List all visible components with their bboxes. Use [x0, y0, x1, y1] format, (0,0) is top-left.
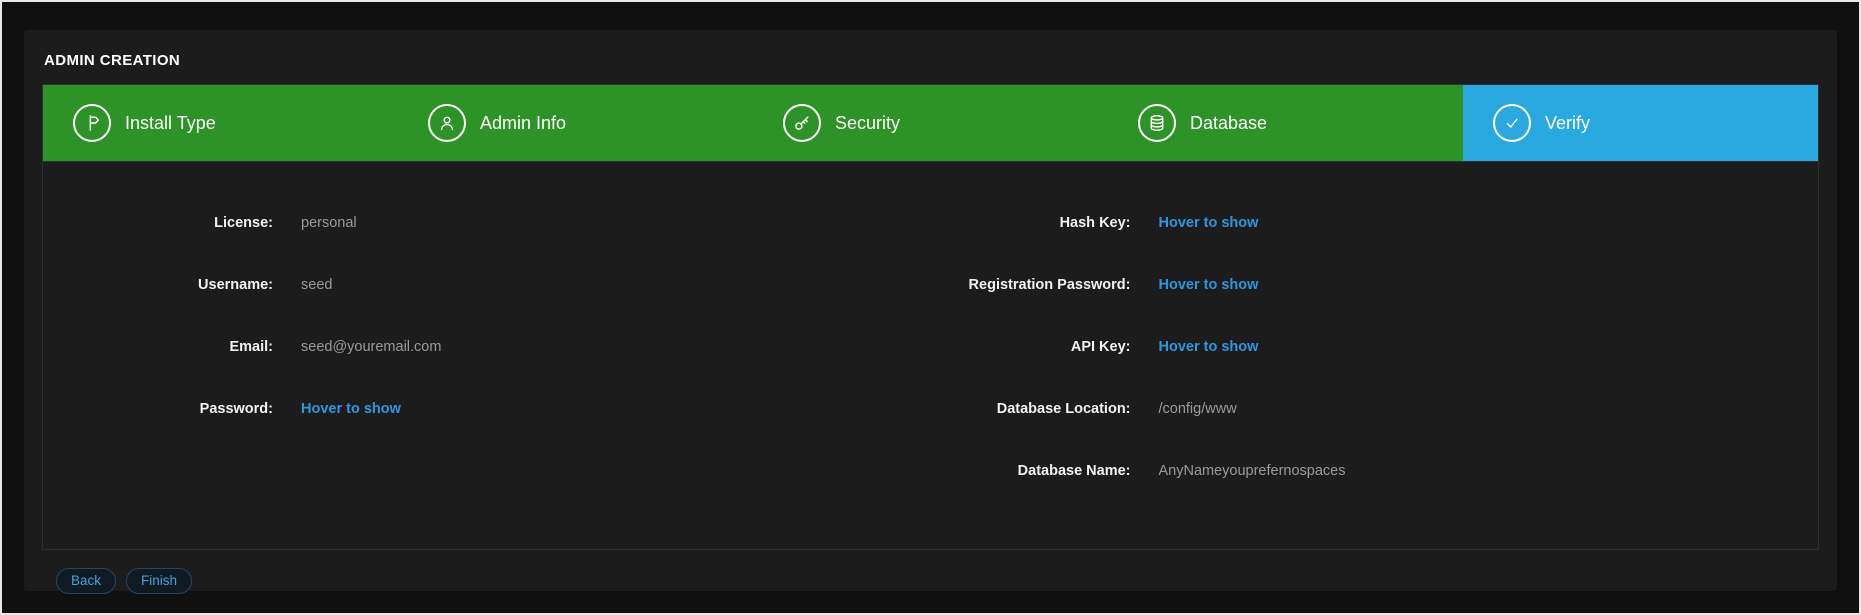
step-install-type[interactable]: Install Type	[43, 85, 398, 161]
field-label-license: License:	[43, 215, 273, 231]
step-label-security: Security	[835, 113, 900, 134]
field-label-username: Username:	[43, 277, 273, 293]
field-value-api-key-hover-to-show[interactable]: Hover to show	[1159, 339, 1819, 355]
field-label-database-name: Database Name:	[931, 463, 1131, 479]
step-database[interactable]: Database	[1108, 85, 1463, 161]
finish-button[interactable]: Finish	[126, 568, 192, 594]
verify-left-column: License: personal Username: seed Email: …	[43, 192, 931, 549]
field-row-hash-key: Hash Key: Hover to show	[931, 192, 1819, 254]
verify-right-column: Hash Key: Hover to show Registration Pas…	[931, 192, 1819, 549]
field-label-email: Email:	[43, 339, 273, 355]
field-value-registration-password-hover-to-show[interactable]: Hover to show	[1159, 277, 1819, 293]
admin-creation-card: ADMIN CREATION Install Type Admin Info S…	[24, 30, 1837, 591]
field-row-password: Password: Hover to show	[43, 378, 931, 440]
page-title: ADMIN CREATION	[44, 52, 1819, 69]
field-row-registration-password: Registration Password: Hover to show	[931, 254, 1819, 316]
field-label-api-key: API Key:	[931, 339, 1131, 355]
check-icon	[1493, 104, 1531, 142]
wizard-footer: Back Finish	[56, 568, 1819, 594]
field-value-database-location: /config/www	[1159, 401, 1819, 417]
person-icon	[428, 104, 466, 142]
field-row-database-name: Database Name: AnyNameyouprefernospaces	[931, 440, 1819, 502]
field-label-registration-password: Registration Password:	[931, 277, 1131, 293]
field-value-hash-key-hover-to-show[interactable]: Hover to show	[1159, 215, 1819, 231]
field-label-database-location: Database Location:	[931, 401, 1131, 417]
field-row-email: Email: seed@youremail.com	[43, 316, 931, 378]
field-value-username: seed	[301, 277, 931, 293]
step-verify[interactable]: Verify	[1463, 85, 1818, 161]
field-row-database-location: Database Location: /config/www	[931, 378, 1819, 440]
step-security[interactable]: Security	[753, 85, 1108, 161]
step-label-admin-info: Admin Info	[480, 113, 566, 134]
verify-summary-panel: License: personal Username: seed Email: …	[43, 161, 1818, 549]
field-value-password-hover-to-show[interactable]: Hover to show	[301, 401, 931, 417]
field-row-license: License: personal	[43, 192, 931, 254]
field-row-api-key: API Key: Hover to show	[931, 316, 1819, 378]
field-row-username: Username: seed	[43, 254, 931, 316]
setup-wizard: Install Type Admin Info Security Databas…	[42, 84, 1819, 550]
step-label-install-type: Install Type	[125, 113, 216, 134]
field-value-database-name: AnyNameyouprefernospaces	[1159, 463, 1819, 479]
signpost-icon	[73, 104, 111, 142]
field-label-hash-key: Hash Key:	[931, 215, 1131, 231]
key-icon	[783, 104, 821, 142]
step-label-database: Database	[1190, 113, 1267, 134]
step-admin-info[interactable]: Admin Info	[398, 85, 753, 161]
wizard-stepper: Install Type Admin Info Security Databas…	[43, 85, 1818, 161]
step-label-verify: Verify	[1545, 113, 1590, 134]
database-icon	[1138, 104, 1176, 142]
field-value-license: personal	[301, 215, 931, 231]
field-value-email: seed@youremail.com	[301, 339, 931, 355]
field-label-password: Password:	[43, 401, 273, 417]
back-button[interactable]: Back	[56, 568, 116, 594]
